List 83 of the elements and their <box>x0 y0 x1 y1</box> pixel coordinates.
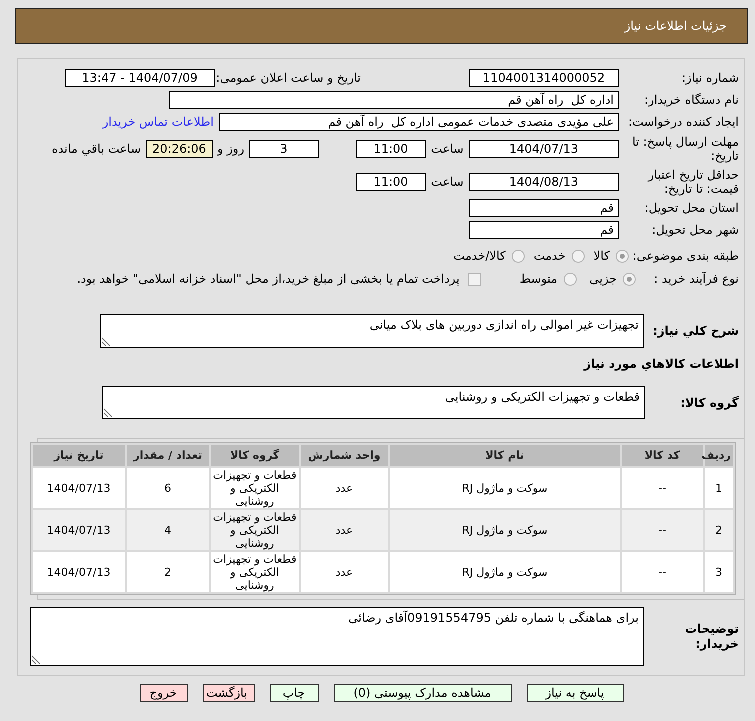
radio-button[interactable] <box>564 272 577 286</box>
table-cell: عدد <box>301 468 388 508</box>
field-label: ساعت باقي مانده <box>52 142 141 156</box>
field-label: ساعت <box>430 175 465 189</box>
goods-group-box[interactable]: قطعات و تجهیزات الکتریکی و روشنایی <box>102 386 645 419</box>
column-header: نام کالا <box>390 445 620 466</box>
view-attachments-button[interactable]: مشاهده مدارک پیوستی (0) <box>334 684 512 702</box>
table-cell: 1 <box>705 468 733 508</box>
table-cell: 4 <box>127 510 209 550</box>
field-label: روز و <box>216 142 246 156</box>
table-cell: قطعات و تجهیزات الکتریکی و روشنایی <box>211 552 299 592</box>
field-label: استان محل تحویل: <box>644 201 739 215</box>
field-label: ایجاد کننده درخواست: <box>627 115 739 129</box>
date-field[interactable]: 1404/08/13 <box>469 173 619 191</box>
remaining-time-field[interactable]: 20:26:06 <box>146 140 213 158</box>
table-cell: سوکت و ماژول RJ <box>390 510 620 550</box>
announce-date-field[interactable]: 1404/07/09 - 13:47 <box>65 69 215 87</box>
time-field[interactable]: 11:00 <box>356 140 426 158</box>
field-label: ساعت <box>430 142 465 156</box>
buyer-notes-box[interactable]: برای هماهنگی با شماره تلفن 09191554795آقای رضائی <box>30 607 644 666</box>
table-cell: سوکت و ماژول RJ <box>390 468 620 508</box>
checkbox-label: پرداخت تمام یا بخشی از مبلغ خرید،از محل "اسناد خزانه اسلامی" خواهد بود. <box>77 272 460 286</box>
print-button[interactable]: چاپ <box>270 684 318 702</box>
field-label: نام دستگاه خریدار: <box>644 93 739 107</box>
option-label: کالا <box>594 249 610 263</box>
table-cell: -- <box>622 468 703 508</box>
radio-button[interactable] <box>623 272 636 286</box>
field-label: مهلت ارسال پاسخ: تا تاریخ: <box>631 135 739 163</box>
column-header: تاریخ نیاز <box>33 445 125 466</box>
option-label: کالا/خدمت <box>454 249 506 263</box>
field-label: طبقه بندی موضوعی: <box>632 249 739 263</box>
field-label: شماره نیاز: <box>681 71 739 85</box>
table-cell: عدد <box>301 510 388 550</box>
radio-button[interactable] <box>512 250 525 262</box>
table-cell: 1404/07/13 <box>33 510 125 550</box>
field-label: تاریخ و ساعت اعلان عمومی: <box>215 71 361 85</box>
table-cell: قطعات و تجهیزات الکتریکی و روشنایی <box>211 510 299 550</box>
city-field[interactable]: قم <box>469 221 619 239</box>
table-cell: -- <box>622 510 703 550</box>
field-label: گروه کالا: <box>680 396 739 410</box>
checkbox[interactable] <box>468 272 481 286</box>
exit-button[interactable]: خروج <box>140 684 188 702</box>
table-cell: -- <box>622 552 703 592</box>
field-label: حداقل تاریخ اعتبار قیمت: تا تاریخ: <box>646 168 739 196</box>
option-label: متوسط <box>520 272 558 286</box>
table-cell: 3 <box>705 552 733 592</box>
page-title: جزئیات اطلاعات نیاز <box>624 19 727 33</box>
field-label: شهر محل تحویل: <box>651 223 739 237</box>
field-label: نوع فرآیند خرید : <box>653 272 739 286</box>
resize-grip-icon[interactable] <box>32 655 41 664</box>
column-header: کد کالا <box>622 445 703 466</box>
resize-grip-icon[interactable] <box>102 337 111 346</box>
back-button[interactable]: بازگشت <box>202 684 254 702</box>
contact-info-link[interactable]: اطلاعات تماس خریدار <box>102 115 214 129</box>
province-field[interactable]: قم <box>469 199 619 217</box>
column-header: گروه کالا <box>211 445 299 466</box>
table-cell: قطعات و تجهیزات الکتریکی و روشنایی <box>211 468 299 508</box>
table-cell: 2 <box>127 552 209 592</box>
date-field[interactable]: 1404/07/13 <box>469 140 619 158</box>
column-header: تعداد / مقدار <box>127 445 209 466</box>
radio-button[interactable] <box>572 250 585 262</box>
field-label: توضیحات خریدار: <box>684 622 739 652</box>
table-cell: سوکت و ماژول RJ <box>390 552 620 592</box>
resize-grip-icon[interactable] <box>104 408 113 417</box>
table-cell: عدد <box>301 552 388 592</box>
days-field[interactable]: 3 <box>249 140 319 158</box>
option-label: جزیی <box>590 272 617 286</box>
option-label: خدمت <box>534 249 566 263</box>
reply-button[interactable]: پاسخ به نیاز <box>526 684 624 702</box>
section-heading: اطلاعات کالاهاي مورد نياز <box>584 357 739 371</box>
buyer-org-field[interactable]: اداره کل راه آهن قم <box>169 91 619 109</box>
table-cell: 2 <box>705 510 733 550</box>
need-number-field[interactable]: 1104001314000052 <box>469 69 619 87</box>
column-header: ردیف <box>705 445 733 466</box>
table-cell: 6 <box>127 468 209 508</box>
requester-field[interactable]: علی مؤیدی متصدی خدمات عمومی اداره کل راه آهن قم <box>219 113 619 131</box>
column-header: واحد شمارش <box>301 445 388 466</box>
time-field[interactable]: 11:00 <box>356 173 426 191</box>
table-cell: 1404/07/13 <box>33 552 125 592</box>
field-label: شرح کلي نياز: <box>652 324 739 338</box>
radio-button[interactable] <box>616 250 629 262</box>
table-cell: 1404/07/13 <box>33 468 125 508</box>
description-box[interactable]: تجهیزات غیر اموالی راه اندازی دوربین های بلاک میانی <box>100 314 644 348</box>
